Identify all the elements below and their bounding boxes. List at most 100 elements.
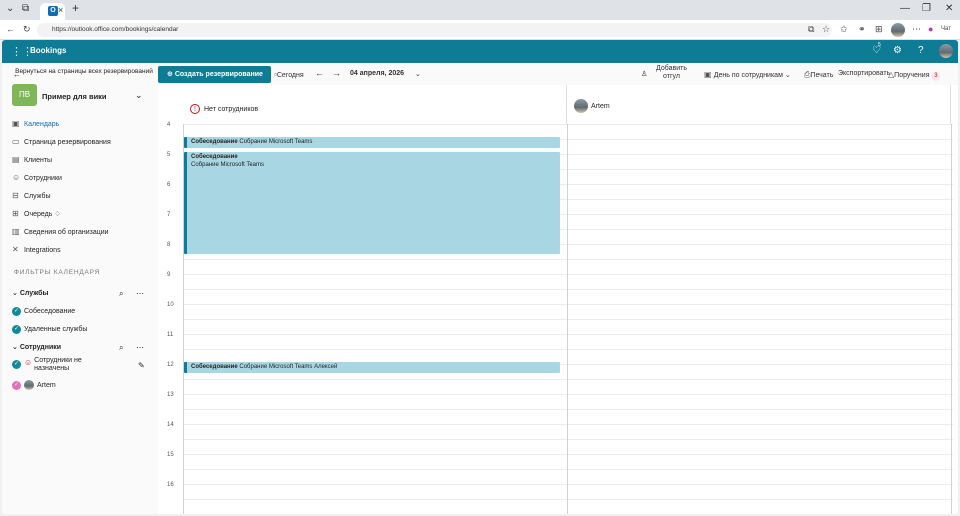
sidebar-item-customers[interactable]: ▤ Клиенты <box>12 153 152 167</box>
gridline <box>183 349 953 350</box>
checkmark-icon: ✓ <box>12 360 21 369</box>
view-switcher[interactable]: ▣ День по сотрудникам ⌄ <box>704 70 791 79</box>
close-tab-icon[interactable]: × <box>58 5 63 15</box>
more-icon[interactable]: ⋯ <box>912 24 921 35</box>
today-label: Сегодня <box>276 72 304 79</box>
calendar-grid[interactable]: 4 5 6 7 8 9 10 11 12 13 14 15 16 Собесед… <box>158 122 958 514</box>
business-avatar: ПВ <box>12 84 37 106</box>
sidebar: ← Вернуться на страницы всех резервирова… <box>2 63 158 514</box>
customers-icon: ▤ <box>12 155 20 164</box>
calendar-filters-heading: ФИЛЬТРЫ КАЛЕНДАРЯ <box>14 269 101 276</box>
business-name[interactable]: Пример для вики <box>42 92 107 101</box>
services-filter-group[interactable]: ⌄ Службы <box>12 287 152 301</box>
staff-filter-group[interactable]: ⌄ Сотрудники <box>12 341 152 355</box>
staff-filter-item[interactable]: ✓ ☺ Сотрудники не назначены <box>12 357 152 375</box>
restore-icon[interactable]: ❐ <box>922 3 931 14</box>
date-picker-chevron-icon[interactable]: ⌄ <box>415 70 421 78</box>
checkmark-icon: ✓ <box>12 380 21 390</box>
browser-tab-outlook[interactable]: O × <box>40 3 65 20</box>
more-icon[interactable]: ⋯ <box>136 343 144 352</box>
current-date-label[interactable]: 04 апреля, 2026 <box>350 70 404 77</box>
gridline <box>183 484 953 485</box>
hour-label: 12 <box>167 362 174 368</box>
sidebar-item-label: Сотрудники <box>24 175 62 182</box>
notification-badge: 5 <box>878 42 881 48</box>
previous-day-icon[interactable]: ← <box>315 68 324 78</box>
service-filter-item[interactable]: ✓ Удаленные службы <box>12 323 152 337</box>
minimize-icon[interactable]: — <box>900 3 910 14</box>
gridline <box>183 124 953 125</box>
hour-label: 10 <box>167 302 174 308</box>
extensions-icon[interactable]: ⚭ <box>858 24 866 35</box>
today-button[interactable]: ▫Сегодня <box>274 70 304 79</box>
time-off-icon: ♙ <box>641 71 648 78</box>
sidebar-item-services[interactable]: ⊟ Службы <box>12 189 152 203</box>
chevron-down-icon[interactable]: ⌄ <box>135 90 143 101</box>
event-service: Собеседование <box>191 139 238 145</box>
hour-label: 16 <box>167 482 174 488</box>
back-icon[interactable]: ← <box>6 24 15 34</box>
workspaces-icon[interactable]: ⧉ <box>22 3 29 14</box>
premium-diamond-icon: ♢ <box>54 211 61 218</box>
event-detail: Собрание Microsoft Teams <box>191 162 265 168</box>
more-icon[interactable]: ⋯ <box>136 289 144 298</box>
gridline <box>183 469 953 470</box>
open-in-app-icon[interactable]: ⧉ <box>808 24 814 35</box>
queue-icon: ⊞ <box>12 209 19 218</box>
pin-icon[interactable]: ✎ <box>138 361 145 370</box>
favorite-star-icon[interactable]: ☆ <box>822 24 830 35</box>
create-booking-button[interactable]: ⊕ Создать резервирование <box>158 66 271 83</box>
url-input[interactable]: https://outlook.office.com/bookings/cale… <box>37 23 832 37</box>
unassigned-warning-icon: ! <box>190 104 200 114</box>
staff-avatar <box>24 380 34 391</box>
search-icon[interactable]: ⌕ <box>119 343 123 353</box>
outlook-logo-icon: O <box>48 6 58 16</box>
calendar-toolbar: ⊕ Создать резервирование ▫Сегодня ← → 04… <box>158 63 958 85</box>
booking-event[interactable]: Собеседование Собрание Microsoft Teams <box>184 137 560 148</box>
booking-page-icon: ▭ <box>12 137 20 146</box>
browser-profile-avatar[interactable] <box>891 23 905 37</box>
staff-filter-item[interactable]: ✓ Artem <box>12 379 152 393</box>
sidebar-item-booking-page[interactable]: ▭ Страница резервирования <box>12 135 152 149</box>
help-icon[interactable]: ? <box>918 45 924 56</box>
chevron-down-icon: ⌄ <box>12 290 20 297</box>
create-booking-label: Создать резервирование <box>174 71 263 78</box>
add-time-off-button[interactable]: Добавить отгул <box>654 65 689 81</box>
back-to-bookings-link[interactable]: Вернуться на страницы всех резервировани… <box>14 68 154 75</box>
refresh-icon[interactable]: ↻ <box>23 24 31 35</box>
close-window-icon[interactable]: ✕ <box>945 3 953 14</box>
column-header-unassigned: ! Нет сотрудников <box>183 85 567 124</box>
collections-icon[interactable]: ⊞ <box>875 24 883 35</box>
column-header-staff: Artem <box>567 85 951 124</box>
sidebar-item-business-info[interactable]: ▥ Сведения об организации <box>12 225 152 239</box>
assignments-button[interactable]: △Поручения 3 <box>888 70 941 81</box>
print-button[interactable]: ⎙Печать <box>804 70 833 80</box>
tab-actions-icon[interactable]: ⌄ <box>6 3 14 14</box>
copilot-icon[interactable]: ● <box>928 24 933 34</box>
column-divider <box>567 124 568 514</box>
event-service: Собеседование <box>191 154 238 160</box>
column-divider <box>183 124 184 514</box>
next-day-icon[interactable]: → <box>332 68 341 78</box>
search-icon[interactable]: ⌕ <box>119 289 123 299</box>
sidebar-item-queue[interactable]: ⊞ Очередь ♢ <box>12 207 152 221</box>
settings-gear-icon[interactable]: ⚙ <box>893 45 902 56</box>
booking-event[interactable]: Собеседование Собрание Microsoft Teams <box>184 152 560 254</box>
hour-label: 11 <box>167 332 174 338</box>
app-title: Bookings <box>30 46 67 55</box>
sidebar-item-staff[interactable]: ☺ Сотрудники <box>12 171 152 185</box>
hour-label: 8 <box>167 242 171 248</box>
chat-label[interactable]: Чат <box>941 26 951 32</box>
sidebar-item-label: Службы <box>24 193 51 200</box>
assignments-label: Поручения <box>894 72 930 79</box>
booking-event[interactable]: Собеседование Собрание Microsoft Teams А… <box>184 362 560 373</box>
user-avatar[interactable] <box>939 44 953 58</box>
sidebar-item-integrations[interactable]: ✕ Integrations <box>12 243 152 257</box>
filter-label: Собеседование <box>24 308 76 315</box>
service-filter-item[interactable]: ✓ Собеседование <box>12 305 152 319</box>
gridline <box>183 319 953 320</box>
favorites-icon[interactable]: ✩ <box>840 24 848 35</box>
sidebar-item-calendar[interactable]: ▣ Календарь <box>12 117 152 131</box>
new-tab-icon[interactable]: + <box>72 1 79 15</box>
export-button[interactable]: Экспортировать <box>838 70 890 77</box>
